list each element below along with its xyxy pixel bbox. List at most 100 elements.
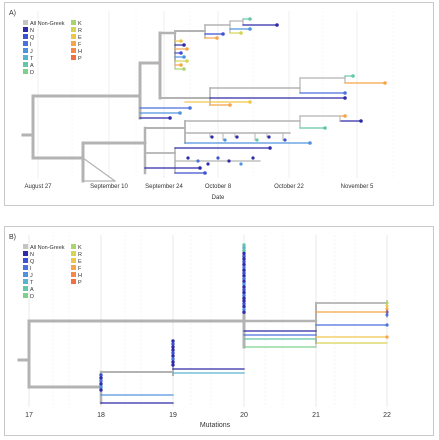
- legend-swatch: [23, 293, 28, 298]
- legend-swatch: [23, 251, 28, 256]
- tip-node: [171, 345, 175, 349]
- tip-node: [186, 156, 190, 160]
- tip-node: [99, 388, 103, 392]
- tip-node: [248, 100, 252, 104]
- legend-label: N: [30, 28, 34, 34]
- tip-node: [182, 43, 186, 47]
- legend-swatch: [71, 279, 76, 284]
- legend-swatch: [71, 244, 76, 249]
- tip-node: [228, 103, 232, 107]
- legend-swatch: [71, 41, 76, 46]
- legend-label: E: [78, 35, 82, 41]
- legend-swatch: [23, 244, 28, 249]
- tip-node: [206, 162, 210, 166]
- panel-b: B) All Non-Greek N Q I J T A D K R E F H P 17 18 19 2…: [4, 226, 434, 436]
- tip-node: [308, 141, 312, 145]
- tip-node: [267, 135, 271, 139]
- legend-label: J: [30, 49, 33, 55]
- tip-node: [385, 323, 389, 327]
- legend-swatch: [71, 34, 76, 39]
- tick-a-2: September 24: [145, 184, 183, 190]
- tip-node: [251, 156, 255, 160]
- legend-label: R: [78, 28, 82, 34]
- tip-node: [248, 17, 252, 21]
- tip-node: [182, 55, 186, 59]
- tip-node: [171, 363, 175, 367]
- legend-swatch: [23, 69, 28, 74]
- tick-a-1: September 10: [90, 184, 128, 190]
- legend-swatch: [71, 55, 76, 60]
- tip-node: [242, 310, 246, 314]
- tick-b-5: 22: [383, 412, 391, 419]
- legend-label: N: [30, 252, 34, 258]
- tip-node: [235, 135, 239, 139]
- legend-label: T: [30, 56, 34, 62]
- tip-node: [171, 342, 175, 346]
- tree-chart-a: A) All Non-GreekNQIJTAD KREFHP August 27 …: [9, 10, 394, 201]
- tip-node: [227, 159, 231, 163]
- tick-b-1: 18: [97, 412, 105, 419]
- tip-node: [171, 354, 175, 358]
- axis-ticks-b: 17 18 19 20 21 22: [25, 412, 391, 419]
- tip-node: [182, 67, 186, 71]
- legend-label: K: [78, 21, 82, 27]
- tick-a-0: August 27: [24, 184, 52, 190]
- tip-node: [171, 360, 175, 364]
- axis-ticks-a: August 27 September 10 September 24 Octo…: [24, 184, 374, 190]
- tick-b-2: 19: [169, 412, 177, 419]
- legend-swatch: [23, 27, 28, 32]
- tip-node: [198, 166, 202, 170]
- tip-node: [179, 51, 183, 55]
- axis-label-a: Date: [212, 195, 225, 201]
- tip-node: [215, 36, 219, 40]
- legend-label: D: [30, 70, 34, 76]
- legend-b: All Non-GreekNQIJTAD KREFHP: [23, 244, 82, 300]
- tip-node: [178, 111, 182, 115]
- tick-b-4: 21: [312, 412, 320, 419]
- legend-swatch: [23, 258, 28, 263]
- tip-node: [99, 373, 103, 377]
- legend-label: J: [30, 273, 33, 279]
- tip-node: [323, 126, 327, 130]
- tip-node: [179, 39, 183, 43]
- legend-label: Q: [30, 35, 35, 41]
- tip-node: [171, 351, 175, 355]
- tree-chart-b: B) All Non-GreekNQIJTAD KREFHP 17 18 19 2…: [9, 234, 391, 429]
- tip-node: [168, 116, 172, 120]
- legend-swatch: [23, 20, 28, 25]
- tip-node: [383, 81, 387, 85]
- legend-label: I: [30, 266, 32, 272]
- legend-label: K: [78, 245, 82, 251]
- legend-label: H: [78, 49, 82, 55]
- tip-node: [359, 119, 363, 123]
- tip-node: [185, 59, 189, 63]
- tick-a-3: October 8: [205, 184, 232, 190]
- tip-node: [185, 47, 189, 51]
- legend-label: D: [30, 294, 34, 300]
- tip-node: [239, 31, 243, 35]
- legend-swatch: [23, 279, 28, 284]
- legend-swatch: [23, 272, 28, 277]
- tip-node: [171, 348, 175, 352]
- tip-node: [196, 159, 200, 163]
- legend-swatch: [23, 41, 28, 46]
- tip-node: [343, 96, 347, 100]
- legend-swatch: [23, 55, 28, 60]
- panel-a-label: A): [9, 10, 16, 17]
- legend-swatch: [71, 27, 76, 32]
- tip-node: [99, 376, 103, 380]
- legend-swatch: [23, 265, 28, 270]
- panel-b-label: B): [9, 234, 16, 241]
- tick-a-5: November 5: [341, 184, 374, 190]
- legend-swatch: [71, 20, 76, 25]
- legend-label: P: [78, 56, 82, 62]
- tip-node: [203, 171, 207, 175]
- axis-label-b: Mutations: [200, 422, 231, 429]
- legend-swatch: [23, 286, 28, 291]
- tip-node: [210, 135, 214, 139]
- legend-swatch: [23, 48, 28, 53]
- tick-b-0: 17: [25, 412, 33, 419]
- tip-node: [223, 138, 227, 142]
- tip-node: [385, 313, 389, 317]
- legend-label: P: [78, 280, 82, 286]
